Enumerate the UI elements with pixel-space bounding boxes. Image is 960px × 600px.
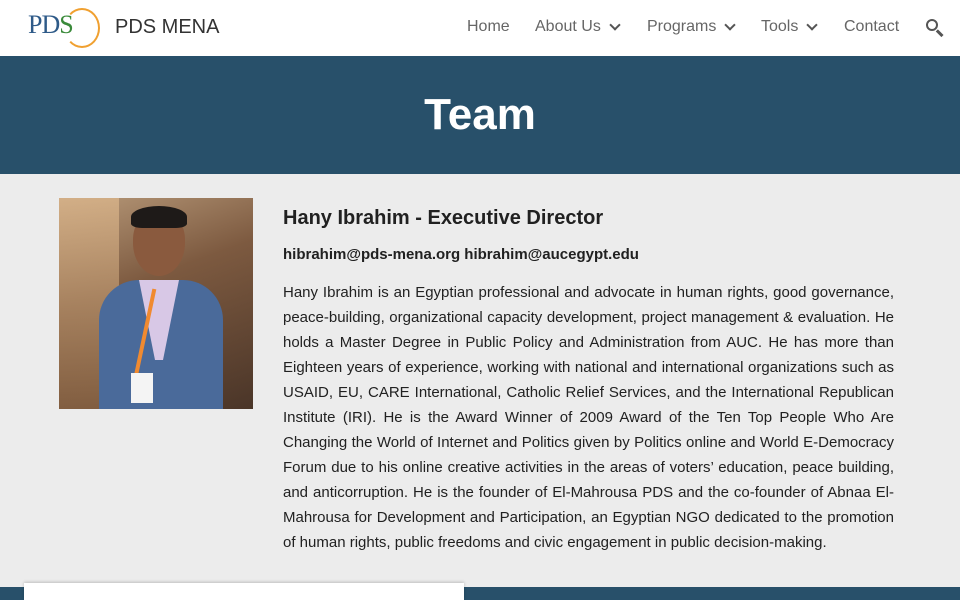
profile-bio: Hany Ibrahim is an Egyptian professional… bbox=[283, 284, 894, 551]
nav-programs[interactable]: Programs bbox=[647, 18, 737, 36]
top-navigation-bar: PDS PDS MENA Home About Us Programs Tool… bbox=[0, 0, 960, 56]
profile-name: Hany Ibrahim - Executive Director bbox=[283, 207, 604, 229]
nav-about-us[interactable]: About Us bbox=[535, 18, 621, 36]
chevron-down-icon[interactable] bbox=[806, 18, 819, 31]
page-title: Team bbox=[424, 90, 536, 139]
footer-card bbox=[24, 583, 464, 600]
nav-tools[interactable]: Tools bbox=[761, 18, 819, 36]
nav-home[interactable]: Home bbox=[467, 18, 510, 36]
site-name-link[interactable]: PDS MENA bbox=[115, 16, 219, 39]
nav-contact[interactable]: Contact bbox=[844, 18, 899, 36]
chevron-down-icon[interactable] bbox=[724, 18, 737, 31]
search-icon[interactable] bbox=[925, 18, 945, 38]
page-banner: Team bbox=[0, 56, 960, 174]
logo-ring-icon bbox=[64, 8, 100, 48]
profile-emails[interactable]: hibrahim@pds-mena.org hibrahim@aucegypt.… bbox=[283, 246, 639, 263]
nav-contact-label: Contact bbox=[844, 18, 900, 35]
nav-about-us-label: About Us bbox=[535, 18, 601, 35]
nav-home-label: Home bbox=[467, 18, 510, 35]
chevron-down-icon[interactable] bbox=[609, 18, 621, 31]
profile-photo bbox=[59, 198, 253, 409]
pds-logo[interactable]: PDS bbox=[28, 8, 100, 48]
nav-programs-label: Programs bbox=[647, 18, 717, 35]
nav-tools-label: Tools bbox=[761, 18, 799, 35]
